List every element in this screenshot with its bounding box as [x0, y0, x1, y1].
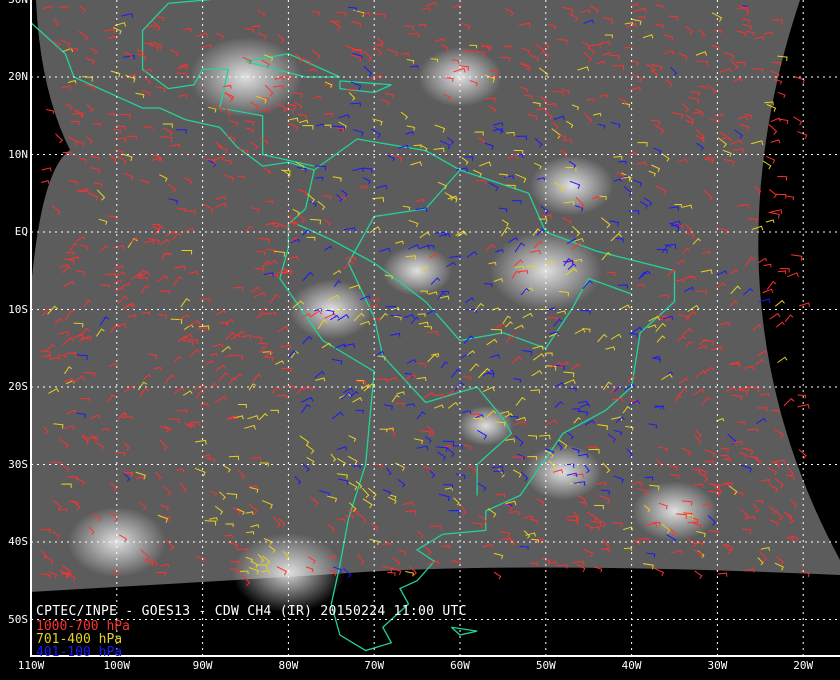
wind-barb — [766, 280, 777, 290]
wind-barb — [797, 394, 806, 399]
lat-label: 20S — [8, 380, 28, 393]
wind-barb — [786, 195, 795, 201]
wind-barb — [762, 288, 774, 294]
lon-label: 60W — [450, 659, 470, 672]
lon-label: 100W — [103, 659, 131, 672]
wind-barb — [768, 188, 777, 199]
wind-barb — [769, 312, 781, 320]
legend-high-level: 401-100 hPa — [36, 645, 123, 660]
wind-barb — [762, 160, 772, 170]
wind-barb — [768, 211, 780, 219]
cloud — [382, 245, 453, 296]
satellite-wind-map — [30, 0, 840, 657]
wind-barb — [653, 567, 665, 577]
lat-label: 40S — [8, 535, 28, 548]
lon-label: 90W — [192, 659, 213, 672]
wind-barb — [784, 314, 794, 323]
wind-barb — [775, 321, 785, 328]
wind-barb — [55, 133, 63, 144]
wind-barb — [694, 570, 703, 580]
wind-barb — [777, 270, 787, 275]
map-title: CPTEC/INPE - GOES13 - CDW CH4 (IR) 20150… — [36, 604, 467, 619]
wind-barb — [763, 263, 772, 268]
lon-label: 80W — [278, 659, 299, 672]
wind-barb — [717, 572, 728, 577]
lon-label: 50W — [535, 659, 556, 672]
lat-label: 10N — [8, 147, 28, 161]
wind-barb — [768, 123, 778, 135]
wind-barb — [777, 356, 788, 364]
wind-barb — [775, 193, 787, 199]
wind-barb — [765, 155, 776, 164]
wind-barb — [765, 219, 775, 224]
lat-label: EQ — [14, 225, 28, 238]
lon-label: 20W — [793, 659, 814, 672]
wind-barb — [777, 175, 788, 181]
wind-barb — [387, 571, 396, 577]
lat-label: 30S — [8, 457, 28, 471]
wind-barb — [405, 570, 414, 577]
lat-label: 20N — [8, 70, 28, 83]
lat-label: 10S — [8, 302, 28, 316]
coastline — [450, 626, 478, 636]
wind-barb — [790, 254, 803, 261]
wind-barb — [774, 299, 785, 307]
wind-barb — [787, 272, 799, 278]
lon-label: 70W — [364, 659, 385, 672]
wind-barb — [41, 167, 52, 172]
wind-barb — [799, 302, 811, 307]
wind-barb — [777, 91, 786, 99]
wind-barb — [40, 180, 50, 184]
wind-barb — [793, 116, 803, 126]
wind-barb — [770, 139, 781, 144]
wind-barb — [493, 571, 502, 580]
wind-barb — [797, 131, 808, 140]
wind-barb — [758, 257, 768, 264]
wind-barb — [798, 449, 807, 459]
lon-label: 30W — [707, 659, 728, 672]
lon-label: 110W — [17, 659, 45, 672]
wind-barb — [794, 76, 805, 84]
wind-barb — [46, 109, 55, 115]
lat-label: 50S — [8, 612, 28, 626]
lat-label: 30N — [2, 0, 28, 6]
lon-label: 40W — [621, 659, 642, 672]
wind-barb — [783, 397, 795, 407]
